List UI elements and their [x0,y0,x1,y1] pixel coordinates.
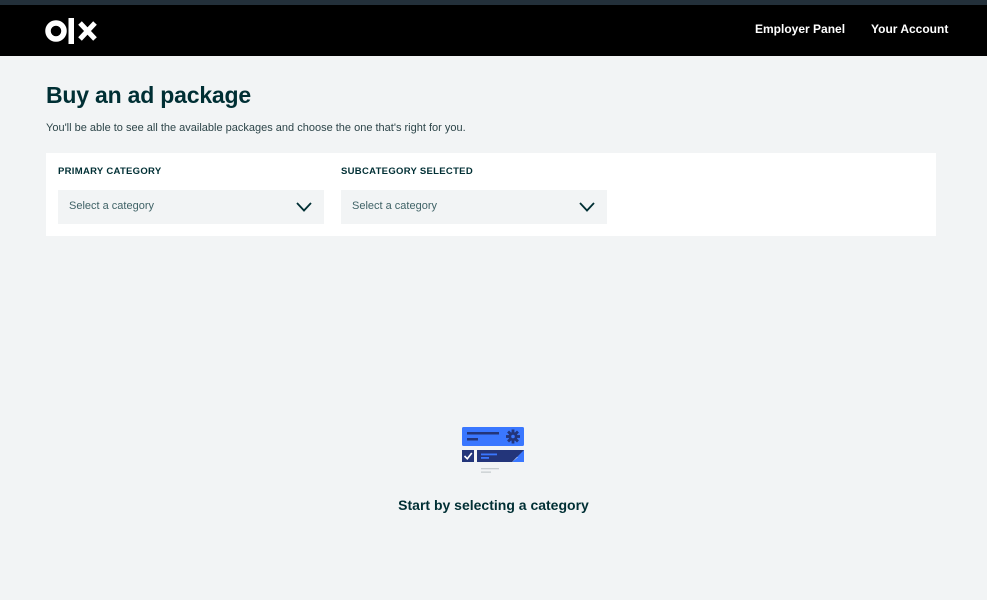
primary-category-value: Select a category [69,200,154,212]
chevron-down-icon [579,202,595,212]
package-selection-illustration [460,424,526,476]
primary-category-select[interactable]: Select a category [58,190,324,224]
nav-employer-panel[interactable]: Employer Panel [755,22,845,36]
chevron-down-icon [296,202,312,212]
page-title: Buy an ad package [46,82,251,108]
subcategory-select[interactable]: Select a category [341,190,607,224]
empty-state-message: Start by selecting a category [398,497,589,513]
subcategory-label: SUBCATEGORY SELECTED [341,166,473,177]
olx-logo[interactable] [45,17,99,45]
page-subtitle: You'll be able to see all the available … [46,122,466,134]
category-filter-card: PRIMARY CATEGORY Select a category SUBCA… [46,153,936,236]
primary-category-label: PRIMARY CATEGORY [58,166,162,177]
subcategory-value: Select a category [352,200,437,212]
top-header: Employer Panel Your Account [0,5,987,56]
olx-logo-icon [45,18,97,44]
nav-your-account[interactable]: Your Account [871,22,948,36]
